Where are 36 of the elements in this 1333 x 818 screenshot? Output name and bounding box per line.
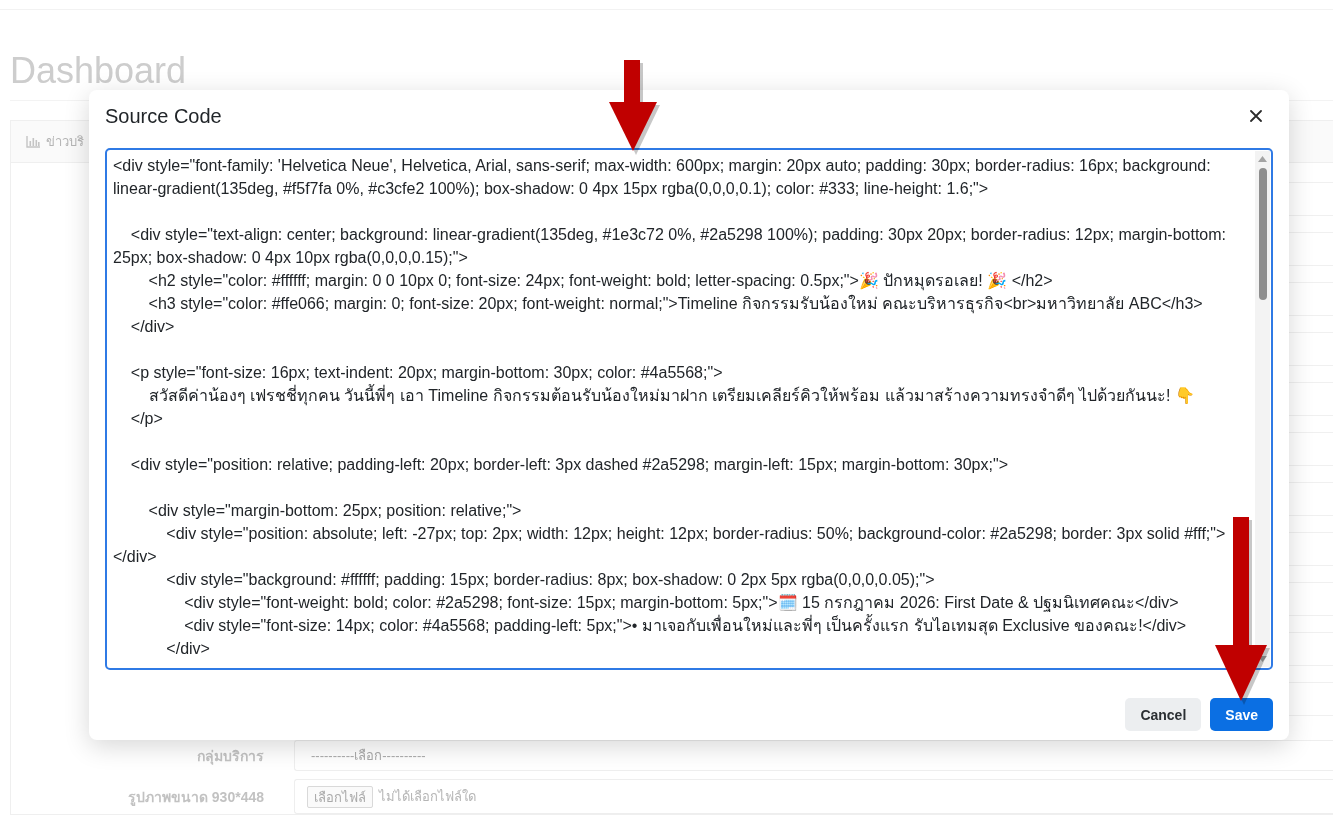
code-text: </div>	[166, 640, 210, 657]
field-label: รูปภาพขนาด 930*448	[126, 787, 264, 808]
close-button[interactable]	[1250, 110, 1262, 122]
choose-file-button[interactable]: เลือกไฟล์	[307, 785, 373, 808]
code-text: <div style="position: absolute; left: -27px; top: 2px; width: 12px; height: 12px; border-radius: 50%; background-color: #2a5298; border: 3px solid #fff;"></div>	[113, 525, 1226, 565]
close-icon	[1250, 110, 1262, 122]
code-text: <p style="font-size: 16px; text-indent: 20px; margin-bottom: 30px; color: #4a5568;">	[130, 364, 723, 381]
emoji-icon: 🎉	[987, 271, 1008, 290]
code-text: <div style="font-family: 'Helvetica Neue', Helvetica, Arial, sans-serif; max-width: 600px; margin: 20px auto; padding: 30px; border-radius: 16px; background: linear-gradient(135deg, #f5f7fa 0%, #c3cfe2 100%); box-shadow: 0 4px 15px rgba(0,0,0,0.1); color: #333; line-height: 1.6;">	[113, 157, 1212, 197]
cancel-button[interactable]: Cancel	[1125, 698, 1202, 731]
card-tab[interactable]: ข่าวบริ	[46, 131, 84, 152]
code-text: </p>	[130, 410, 163, 427]
code-text: </h2>	[1010, 272, 1053, 289]
file-status: ไม่ได้เลือกไฟล์ใด	[379, 788, 476, 806]
code-text: </div>	[130, 318, 175, 335]
save-button[interactable]: Save	[1210, 698, 1273, 731]
scrollbar-thumb[interactable]	[1258, 168, 1267, 300]
select-field[interactable]: ----------เลือก----------	[294, 740, 1333, 771]
code-text: <div style="text-align: center; background: linear-gradient(135deg, #1e3c72 0%, #2a5298 100%); padding: 30px 20px; border-radius: 12px; margin-bottom: 25px; box-shadow: 0 4px 10px rgba(0,0,0,0.15);">	[113, 226, 1228, 266]
code-textarea[interactable]	[105, 148, 1273, 670]
code-text: 15 กรกฎาคม 2026: First Date & ปฐมนิเทศคณะ</div>	[801, 594, 1179, 611]
scrollbar[interactable]	[1255, 151, 1270, 667]
dialog-title: Source Code	[105, 104, 222, 128]
code-text: ปักหมุดรอเลย!	[882, 272, 984, 289]
bar-chart-icon	[26, 135, 40, 148]
emoji-icon: 🗓	[777, 593, 798, 612]
code-text: <div style="position: relative; padding-left: 20px; border-left: 3px dashed #2a5298; margin-left: 15px; margin-bottom: 30px;">	[130, 456, 1008, 473]
code-text: <div style="font-weight: bold; color: #2a5298; font-size: 15px; margin-bottom: 5px;">	[184, 594, 778, 611]
code-text: <div style="margin-bottom: 25px; position: relative;">	[148, 502, 522, 519]
code-text: <h2 style="color: #ffffff; margin: 0 0 10px 0; font-size: 24px; font-weight: bold; letter-spacing: 0.5px;">	[148, 272, 859, 289]
code-text: <h3 style="color: #ffe066; margin: 0; font-size: 20px; font-weight: normal;">Timeline กิจกรรมรับน้องใหม่ คณะบริหารธุรกิจ<br>มหาวิทยาลัย ABC</h3>	[148, 295, 1203, 312]
code-text: <div style="background: #ffffff; padding: 15px; border-radius: 8px; box-shadow: 0 2px 5px rgba(0,0,0,0.05);">	[166, 571, 935, 588]
file-input[interactable]: เลือกไฟล์ ไม่ได้เลือกไฟล์ใด	[294, 779, 1333, 814]
emoji-icon: 👇	[1174, 386, 1195, 405]
field-label: กลุ่มบริการ	[196, 746, 264, 767]
emoji-icon: 🎉	[858, 271, 879, 290]
